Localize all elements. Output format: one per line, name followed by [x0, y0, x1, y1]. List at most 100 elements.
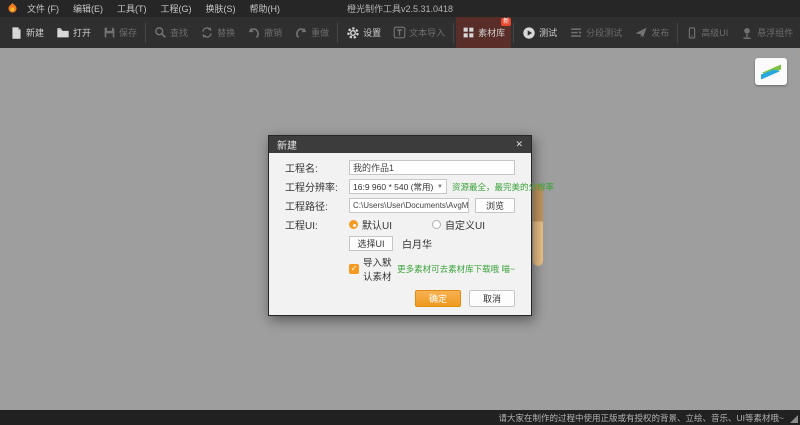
toolbar-button-publish: 发布 — [628, 17, 675, 48]
status-bar: 请大家在制作的过程中使用正版或有授权的背景、立绘、音乐、UI等素材哦~ — [0, 410, 800, 425]
floating-component-icon — [740, 26, 754, 40]
project-ui-label: 工程UI: — [285, 217, 349, 232]
toolbar-button-label: 高级UI — [701, 26, 728, 39]
toolbar-button-advanced-ui: 高级UI — [680, 17, 734, 48]
toolbar-button-label: 发布 — [651, 26, 669, 39]
toolbar: 新建打开保存查找替换撤销重做设置文本导入素材库新测试分段测试发布高级UI悬浮组件… — [0, 17, 800, 48]
resize-grip[interactable] — [790, 415, 798, 423]
open-icon — [56, 26, 70, 39]
publish-icon — [634, 26, 648, 39]
toolbar-separator — [513, 23, 514, 43]
path-row: 工程路径: C:\Users\User\Documents\AvgMakerOr… — [285, 198, 515, 213]
custom-ui-radio-label: 自定义UI — [445, 217, 485, 232]
custom-ui-radio[interactable] — [432, 220, 441, 229]
toolbar-button-label: 新建 — [26, 26, 44, 39]
dialog-body: 工程名: 我的作品1 工程分辨率: 16:9 960 * 540 (常用) ▼ … — [269, 153, 531, 315]
toolbar-button-label: 素材库 — [478, 26, 505, 39]
toolbar-separator — [145, 23, 146, 43]
segment-test-icon — [569, 26, 583, 39]
undo-icon — [247, 26, 261, 39]
toolbar-separator — [337, 23, 338, 43]
select-ui-row: 选择UI 白月华 — [349, 236, 515, 251]
dialog-buttons: 确定 取消 — [285, 290, 515, 307]
toolbar-button-label: 替换 — [217, 26, 235, 39]
toolbar-button-label: 撤销 — [264, 26, 282, 39]
new-project-dialog: 新建 ✕ 工程名: 我的作品1 工程分辨率: 16:9 960 * 540 (常… — [268, 135, 532, 316]
dialog-title-bar[interactable]: 新建 ✕ — [269, 136, 531, 153]
resolution-label: 工程分辨率: — [285, 179, 349, 194]
toolbar-button-label: 文本导入 — [409, 26, 445, 39]
ok-button[interactable]: 确定 — [415, 290, 461, 307]
import-materials-label: 导入默认素材 — [363, 255, 392, 283]
project-name-input[interactable]: 我的作品1 — [349, 160, 515, 175]
text-import-icon — [393, 26, 406, 39]
menu-edit[interactable]: 编辑(E) — [73, 2, 103, 15]
project-name-label: 工程名: — [285, 160, 349, 175]
toolbar-button-label: 查找 — [170, 26, 188, 39]
new-icon — [10, 26, 23, 40]
toolbar-button-settings[interactable]: 设置 — [340, 17, 387, 48]
toolbar-button-label: 保存 — [119, 26, 137, 39]
new-badge: 新 — [501, 18, 511, 26]
import-materials-row: ✓ 导入默认素材 更多素材可去素材库下载哦 喵~ — [349, 255, 515, 283]
menu-bar: 文件 (F) 编辑(E) 工具(T) 工程(G) 换肤(S) 帮助(H) — [27, 2, 280, 15]
select-ui-button[interactable]: 选择UI — [349, 236, 393, 251]
toolbar-button-find: 查找 — [148, 17, 194, 48]
toolbar-button-segment-test: 分段测试 — [563, 17, 628, 48]
toolbar-separator — [677, 23, 678, 43]
cancel-button[interactable]: 取消 — [469, 290, 515, 307]
menu-project[interactable]: 工程(G) — [161, 2, 192, 15]
toolbar-button-text-import: 文本导入 — [387, 17, 451, 48]
toolbar-button-label: 重做 — [311, 26, 329, 39]
find-icon — [154, 26, 167, 39]
menu-tools[interactable]: 工具(T) — [117, 2, 147, 15]
advanced-ui-icon — [686, 26, 698, 40]
default-ui-radio[interactable] — [349, 220, 358, 229]
engine-logo-icon — [755, 58, 787, 85]
resolution-value: 16:9 960 * 540 (常用) — [353, 181, 433, 193]
title-bar: 文件 (F)编辑(E)工具(T)工程(G)换肤(S)帮助(H) 橙光制作工具v2… — [0, 0, 800, 17]
settings-icon — [346, 26, 360, 40]
toolbar-button-save: 保存 — [97, 17, 143, 48]
copyright-notice: 请大家在制作的过程中使用正版或有授权的背景、立绘、音乐、UI等素材哦~ — [499, 412, 784, 424]
chevron-down-icon: ▼ — [437, 184, 443, 190]
project-ui-row: 工程UI: 默认UI 自定义UI — [285, 217, 515, 232]
toolbar-button-open[interactable]: 打开 — [50, 17, 97, 48]
toolbar-button-replace: 替换 — [194, 17, 241, 48]
resolution-select[interactable]: 16:9 960 * 540 (常用) ▼ — [349, 179, 447, 194]
test-icon — [522, 26, 536, 40]
import-materials-hint[interactable]: 更多素材可去素材库下载哦 喵~ — [397, 263, 515, 275]
dialog-title: 新建 — [277, 137, 297, 152]
toolbar-separator — [453, 23, 454, 43]
toolbar-button-label: 悬浮组件 — [757, 26, 793, 39]
toolbar-button-label: 打开 — [73, 26, 91, 39]
default-ui-radio-label: 默认UI — [362, 217, 392, 232]
toolbar-button-label: 测试 — [539, 26, 557, 39]
toolbar-button-label: 设置 — [363, 26, 381, 39]
toolbar-button-label: 分段测试 — [586, 26, 622, 39]
redo-icon — [294, 26, 308, 39]
toolbar-button-test[interactable]: 测试 — [516, 17, 563, 48]
resolution-hint: 资源最全，最完美的分辨率 — [452, 181, 554, 193]
toolbar-button-undo: 撤销 — [241, 17, 288, 48]
project-path-input[interactable]: C:\Users\User\Documents\AvgMakerOrange\我… — [349, 198, 469, 213]
save-icon — [103, 26, 116, 39]
replace-icon — [200, 26, 214, 39]
background-scrollbar — [533, 184, 543, 266]
toolbar-button-redo: 重做 — [288, 17, 335, 48]
toolbar-buttons: 新建打开保存查找替换撤销重做设置文本导入素材库新测试分段测试发布高级UI悬浮组件 — [4, 17, 799, 48]
ui-theme-name: 白月华 — [402, 236, 432, 251]
menu-help[interactable]: 帮助(H) — [250, 2, 281, 15]
toolbar-button-new[interactable]: 新建 — [4, 17, 50, 48]
material-library-icon — [462, 26, 475, 39]
project-path-label: 工程路径: — [285, 198, 349, 213]
import-materials-checkbox[interactable]: ✓ — [349, 264, 359, 274]
project-name-row: 工程名: 我的作品1 — [285, 160, 515, 175]
menu-skin[interactable]: 换肤(S) — [206, 2, 236, 15]
browse-button[interactable]: 浏览 — [475, 198, 515, 213]
resolution-row: 工程分辨率: 16:9 960 * 540 (常用) ▼ 资源最全，最完美的分辨… — [285, 179, 515, 194]
menu-file[interactable]: 文件 (F) — [27, 2, 59, 15]
close-icon[interactable]: ✕ — [509, 139, 523, 150]
toolbar-button-floating-component: 悬浮组件 — [734, 17, 799, 48]
toolbar-button-material-library[interactable]: 素材库新 — [456, 17, 511, 48]
